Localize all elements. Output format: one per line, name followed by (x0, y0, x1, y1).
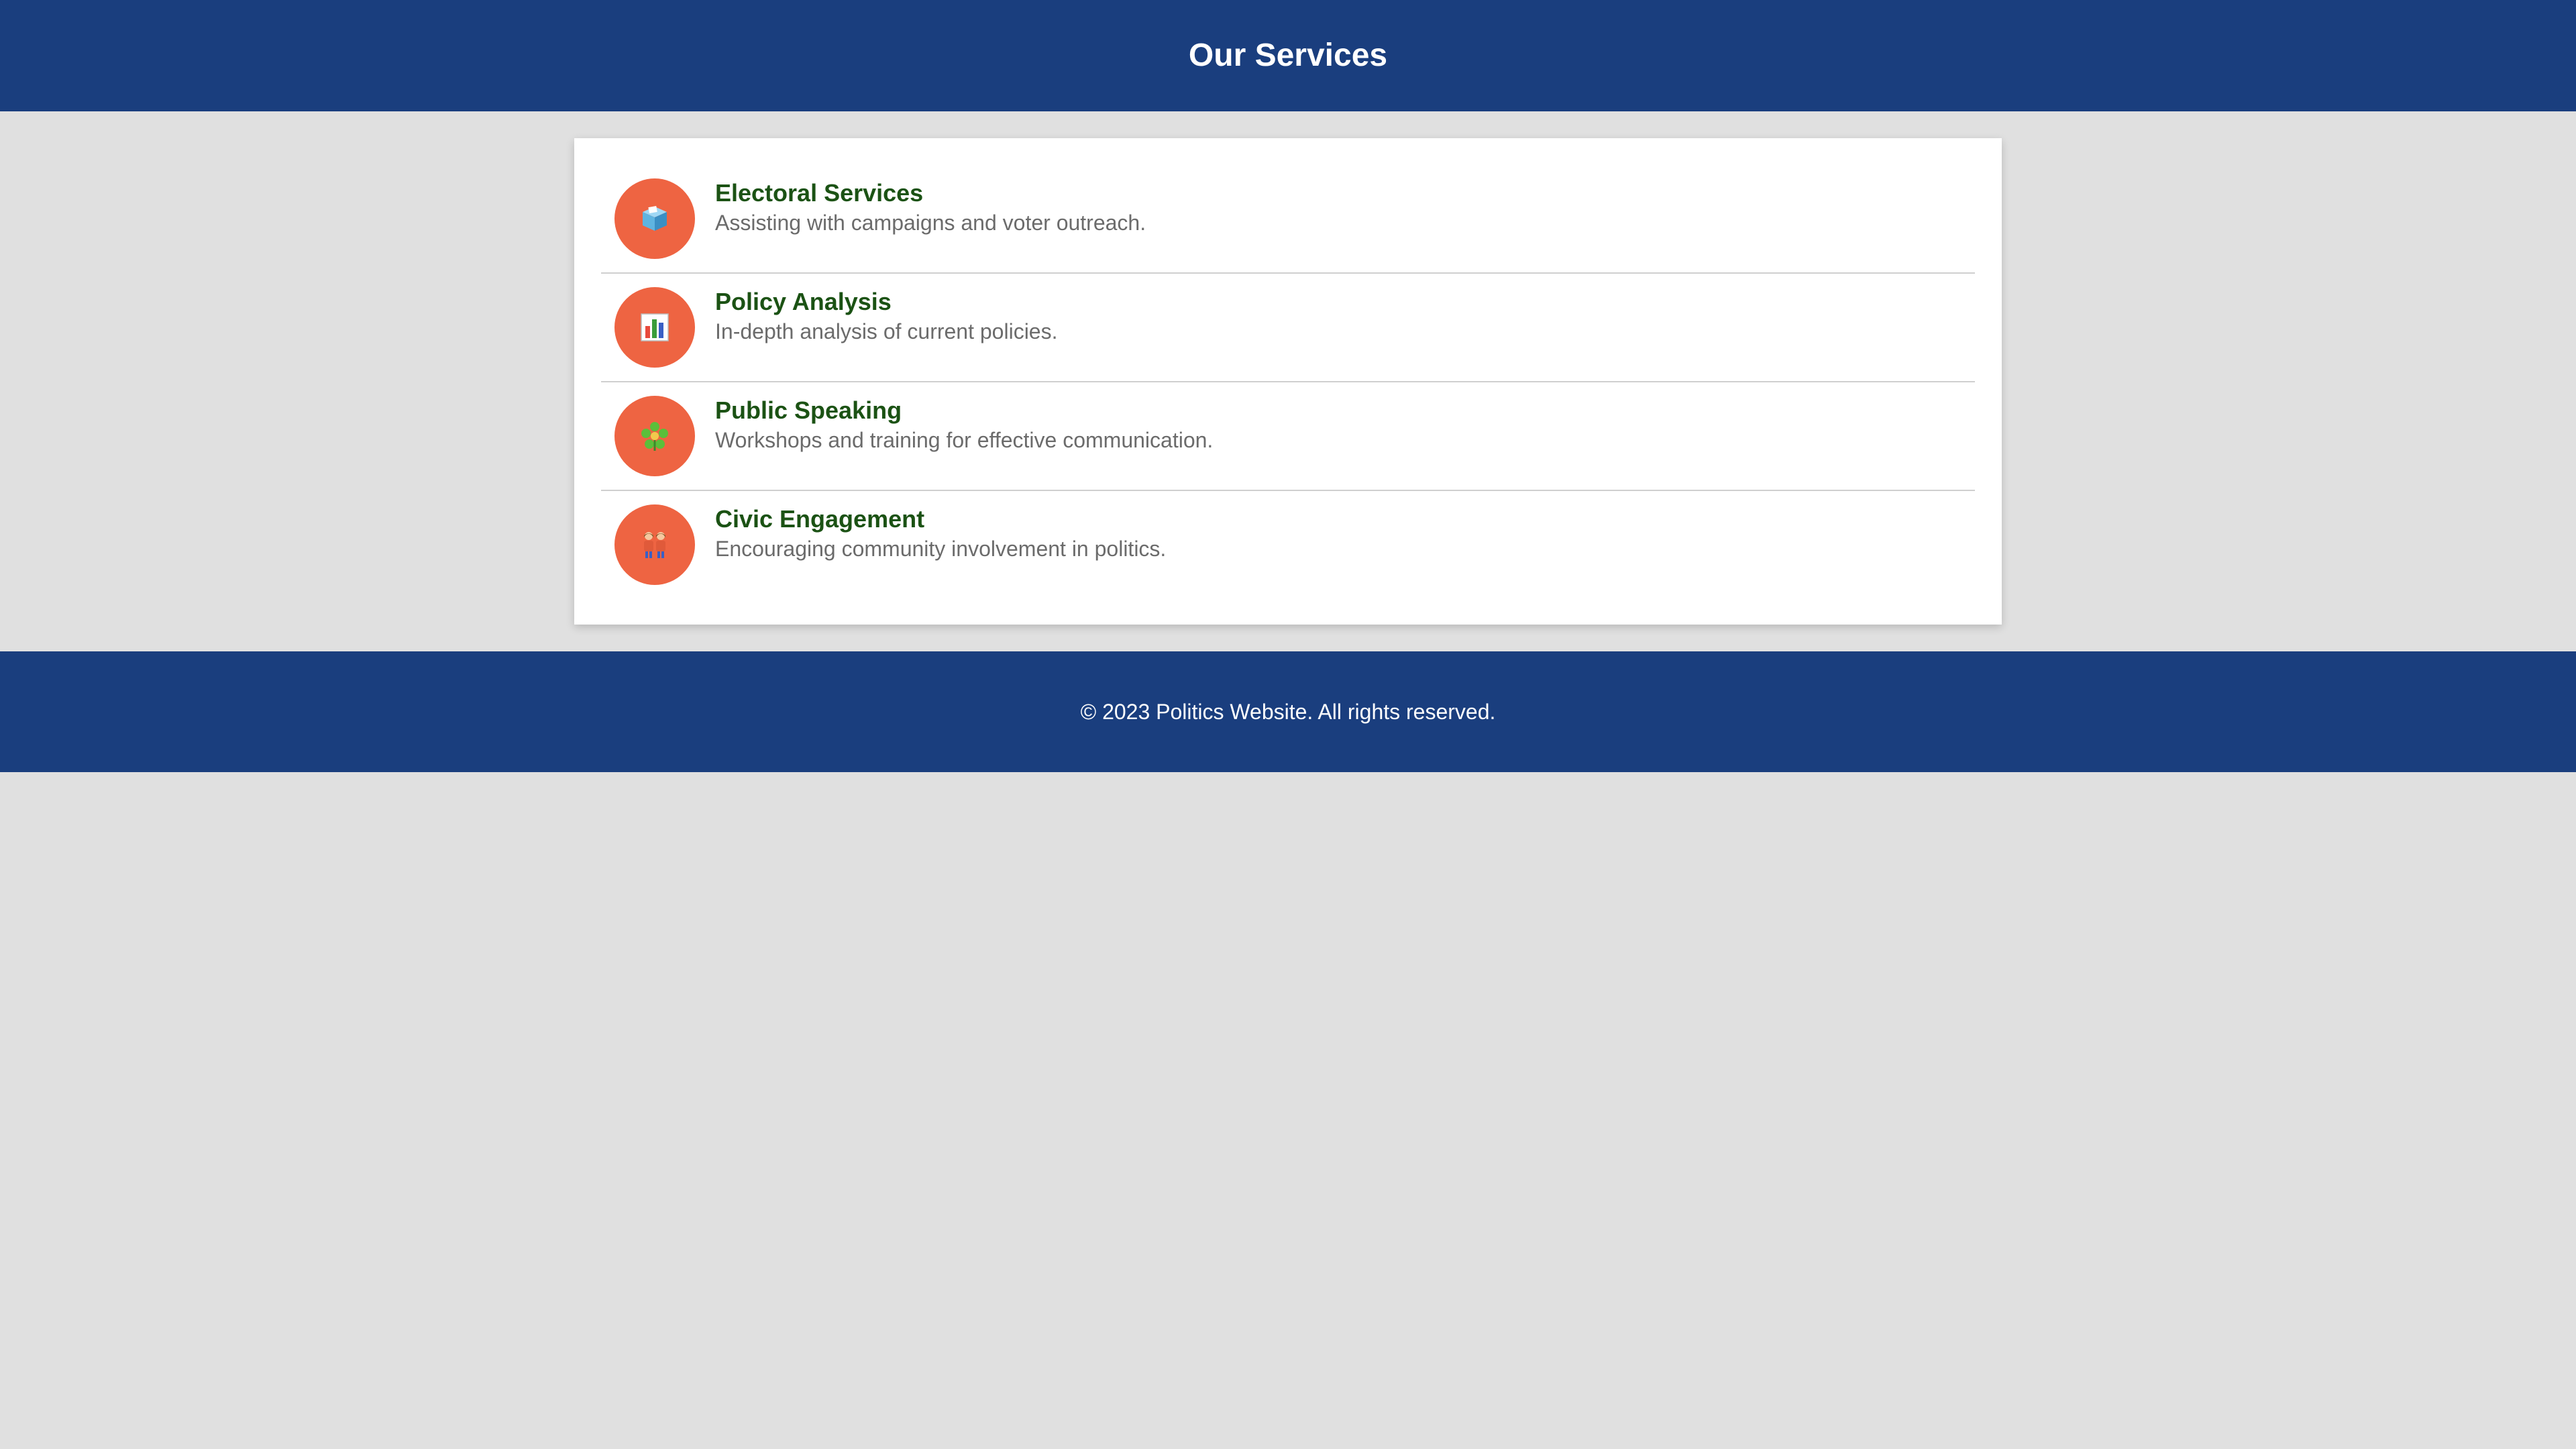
people-icon (614, 504, 695, 585)
speaker-flower-icon (614, 396, 695, 476)
page-title: Our Services (1188, 38, 1388, 73)
service-description: Assisting with campaigns and voter outre… (715, 211, 1146, 235)
service-item-electoral: Electoral Services Assisting with campai… (601, 165, 1975, 274)
service-title: Policy Analysis (715, 288, 892, 315)
copyright-text: © 2023 Politics Website. All rights rese… (1080, 700, 1496, 724)
service-text: Electoral Services Assisting with campai… (715, 178, 1146, 235)
ballot-box-icon (614, 178, 695, 259)
service-item-civic-engagement: Civic Engagement Encouraging community i… (601, 491, 1975, 598)
bar-chart-icon (614, 287, 695, 368)
service-title: Electoral Services (715, 179, 924, 207)
main-content: Electoral Services Assisting with campai… (0, 111, 2576, 651)
service-description: Workshops and training for effective com… (715, 428, 1214, 452)
service-text: Civic Engagement Encouraging community i… (715, 504, 1166, 561)
site-header: Our Services (0, 0, 2576, 111)
service-description: Encouraging community involvement in pol… (715, 537, 1167, 561)
service-description: In-depth analysis of current policies. (715, 319, 1058, 343)
site-footer: © 2023 Politics Website. All rights rese… (0, 651, 2576, 772)
services-card: Electoral Services Assisting with campai… (574, 138, 2002, 625)
service-text: Policy Analysis In-depth analysis of cur… (715, 287, 1057, 344)
service-title: Public Speaking (715, 396, 902, 424)
service-item-public-speaking: Public Speaking Workshops and training f… (601, 382, 1975, 491)
service-title: Civic Engagement (715, 505, 925, 533)
service-text: Public Speaking Workshops and training f… (715, 396, 1213, 453)
service-item-policy: Policy Analysis In-depth analysis of cur… (601, 274, 1975, 382)
